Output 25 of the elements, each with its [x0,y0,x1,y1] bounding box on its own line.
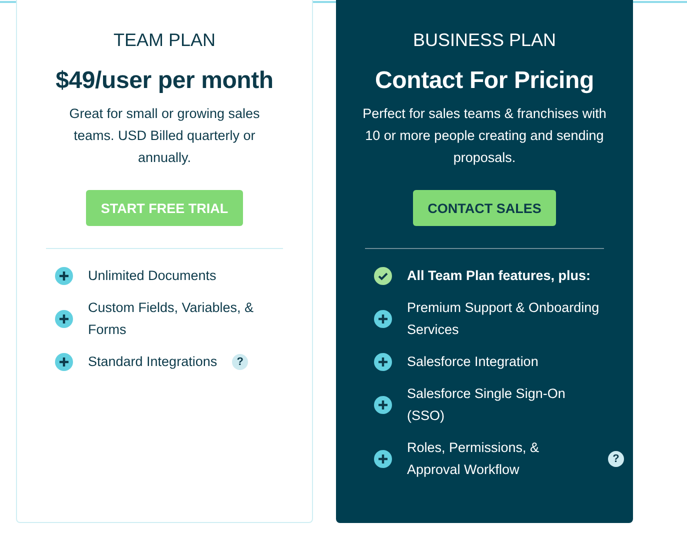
help-icon[interactable]: ? [608,451,624,467]
feature-text: Salesforce Integration [407,353,538,371]
plus-icon [374,353,392,371]
plan-price: Contact For Pricing [375,67,594,95]
plan-description: Great for small or growing sales teams. USD Billed quarterly or annually. [68,105,261,167]
plus-icon [55,353,73,371]
plus-icon [374,450,392,468]
help-icon[interactable]: ? [232,354,248,370]
cta-button[interactable]: CONTACT SALES [412,190,556,226]
plan-name: BUSINESS PLAN [412,30,556,51]
plus-icon [374,310,392,328]
feature-text: Custom Fields, Variables, & Forms [88,299,255,339]
plan-name: TEAM PLAN [113,30,216,51]
feature-text: All Team Plan features, plus: [407,267,591,285]
feature-text: Standard Integrations [88,353,218,371]
plan-description: Perfect for sales teams & franchises with 10 or more people creating and sending proposals. [362,105,608,167]
plus-icon [55,310,73,328]
plus-icon [55,267,73,285]
check-icon [374,267,392,285]
plan-price: $49/user per month [56,67,274,95]
feature-text: Premium Support & Onboarding Services [407,299,600,339]
feature-text: Salesforce Single Sign-On (SSO) [407,385,566,425]
feature-text: Roles, Permissions, & Approval Workflow [407,439,540,479]
plus-icon [374,396,392,414]
feature-text: Unlimited Documents [88,267,216,285]
